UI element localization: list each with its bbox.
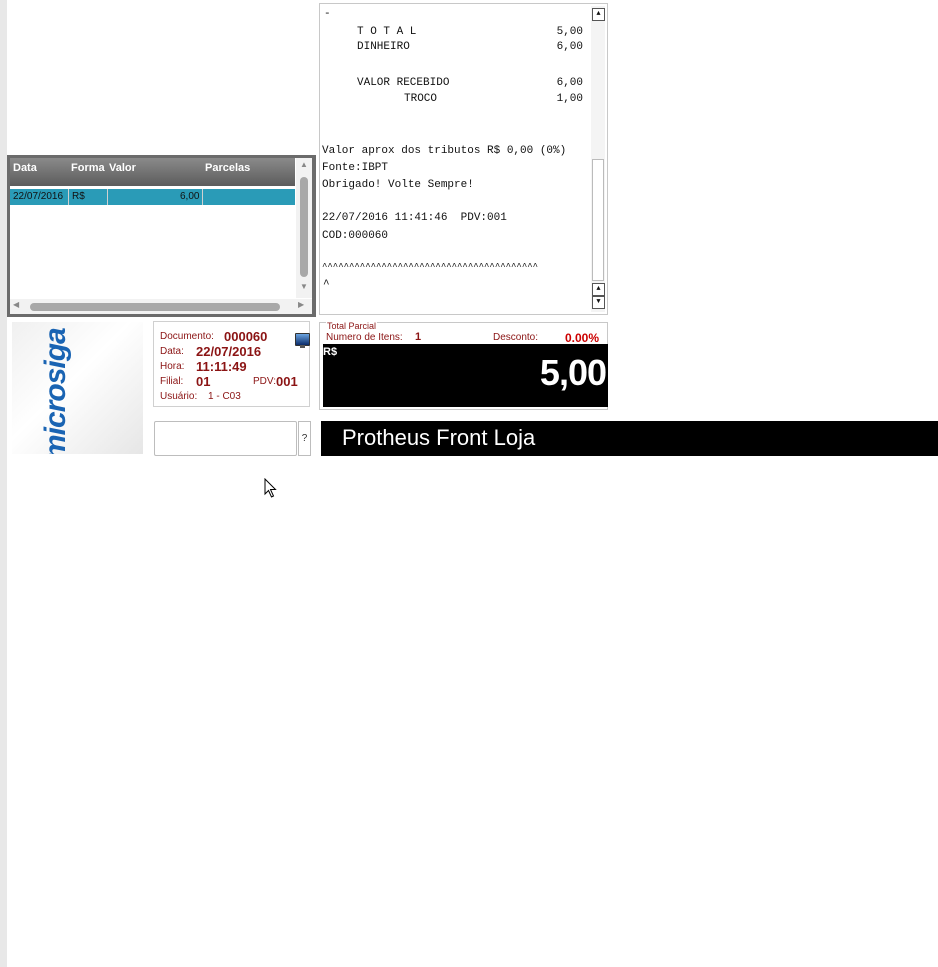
scroll-right-icon[interactable]: ▶ — [298, 300, 304, 309]
scroll-left-icon[interactable]: ◀ — [13, 300, 19, 309]
total-parcial-panel: Total Parcial Numero de Itens: 1 Descont… — [319, 321, 608, 410]
receipt-fonte: Fonte:IBPT — [322, 162, 389, 174]
microsiga-logo: microsiga — [12, 322, 143, 454]
payments-grid-body: Data Forma Valor Parcelas 22/07/2016 R$ … — [10, 158, 312, 314]
receipt-panel[interactable]: - T O T A L 5,00 DINHEIRO 6,00 VALOR REC… — [319, 3, 608, 315]
receipt-troco-value: 1,00 — [556, 93, 583, 105]
receipt-cod: COD:000060 — [322, 230, 389, 242]
discount-label: Desconto: — [493, 332, 539, 343]
receipt-recebido-value: 6,00 — [556, 77, 583, 89]
total-parcial-legend: Total Parcial — [326, 321, 378, 331]
payments-grid-header: Data Forma Valor Parcelas — [10, 158, 295, 186]
items-count-value: 1 — [415, 331, 422, 343]
mouse-cursor-icon — [264, 478, 277, 498]
usuario-label: Usuário: — [160, 391, 198, 402]
documento-value: 000060 — [224, 329, 268, 344]
help-button[interactable]: ? — [298, 421, 311, 456]
left-border-strip — [0, 0, 7, 967]
column-separator — [107, 189, 108, 205]
receipt-total-value: 5,00 — [556, 26, 583, 38]
column-header-valor[interactable]: Valor — [109, 162, 136, 174]
product-code-input[interactable] — [154, 421, 297, 456]
monitor-icon[interactable] — [295, 333, 310, 348]
receipt-caret: ^ — [323, 279, 330, 291]
scroll-down-icon[interactable]: ▼ — [296, 282, 312, 291]
scroll-thumb[interactable] — [30, 303, 280, 311]
discount-value: 0.00% — [565, 331, 600, 345]
column-separator — [68, 189, 69, 205]
logo-text: microsiga — [39, 328, 72, 454]
scroll-up-icon[interactable]: ▲ — [592, 283, 605, 296]
receipt-dinheiro-label: DINHEIRO — [357, 41, 410, 53]
filial-value: 01 — [196, 374, 211, 389]
filial-label: Filial: — [160, 376, 184, 387]
payments-horizontal-scrollbar[interactable]: ◀ ▶ — [10, 299, 312, 314]
pdv-value: 001 — [276, 374, 298, 389]
receipt-total-label: T O T A L — [357, 26, 417, 38]
payments-grid: Data Forma Valor Parcelas 22/07/2016 R$ … — [7, 155, 316, 317]
receipt-carets: ^^^^^^^^^^^^^^^^^^^^^^^^^^^^^^^^^^^^^^^^ — [322, 262, 539, 272]
data-value: 22/07/2016 — [196, 344, 262, 359]
items-count-label: Numero de Itens: — [326, 332, 403, 343]
cell-valor: 6,00 — [180, 191, 200, 202]
receipt-tributos: Valor aprox dos tributos R$ 0,00 (0%) — [322, 145, 567, 157]
scroll-thumb[interactable] — [300, 177, 308, 277]
receipt-dash: - — [324, 8, 331, 20]
cell-forma: R$ — [72, 191, 85, 202]
hora-label: Hora: — [160, 361, 185, 372]
cell-data: 22/07/2016 — [13, 191, 64, 202]
payments-vertical-scrollbar[interactable]: ▲ ▼ — [296, 158, 312, 298]
receipt-obrigado: Obrigado! Volte Sempre! — [322, 179, 474, 191]
scroll-thumb[interactable] — [592, 159, 604, 281]
documento-label: Documento: — [160, 331, 214, 342]
document-info-panel: Documento: 000060 Data: 22/07/2016 Hora:… — [153, 321, 310, 407]
scroll-up-icon[interactable]: ▲ — [592, 8, 605, 21]
currency-label: R$ — [323, 346, 338, 358]
receipt-scrollbar[interactable]: ▲ ▲ ▼ — [591, 6, 605, 312]
receipt-recebido-label: VALOR RECEBIDO — [357, 77, 450, 89]
hora-value: 11:11:49 — [196, 359, 247, 374]
pdv-label: PDV: — [253, 376, 276, 387]
column-header-forma[interactable]: Forma — [71, 162, 105, 174]
usuario-value: 1 - C03 — [208, 391, 241, 402]
total-amount: 5,00 — [539, 352, 607, 393]
column-separator — [202, 189, 203, 205]
table-row[interactable]: 22/07/2016 R$ 6,00 — [10, 189, 295, 205]
receipt-datetime-pdv: 22/07/2016 11:41:46 PDV:001 — [322, 212, 507, 224]
data-label: Data: — [160, 346, 184, 357]
total-display: R$ 5,00 — [323, 344, 608, 407]
column-header-data[interactable]: Data — [13, 162, 37, 174]
receipt-troco-label: TROCO — [404, 93, 438, 105]
column-header-parcelas[interactable]: Parcelas — [205, 162, 250, 174]
app-title: Protheus Front Loja — [342, 425, 536, 450]
scroll-up-icon[interactable]: ▲ — [296, 160, 312, 169]
scroll-down-icon[interactable]: ▼ — [592, 296, 605, 309]
app-banner: Protheus Front Loja — [321, 421, 938, 456]
receipt-dinheiro-value: 6,00 — [556, 41, 583, 53]
